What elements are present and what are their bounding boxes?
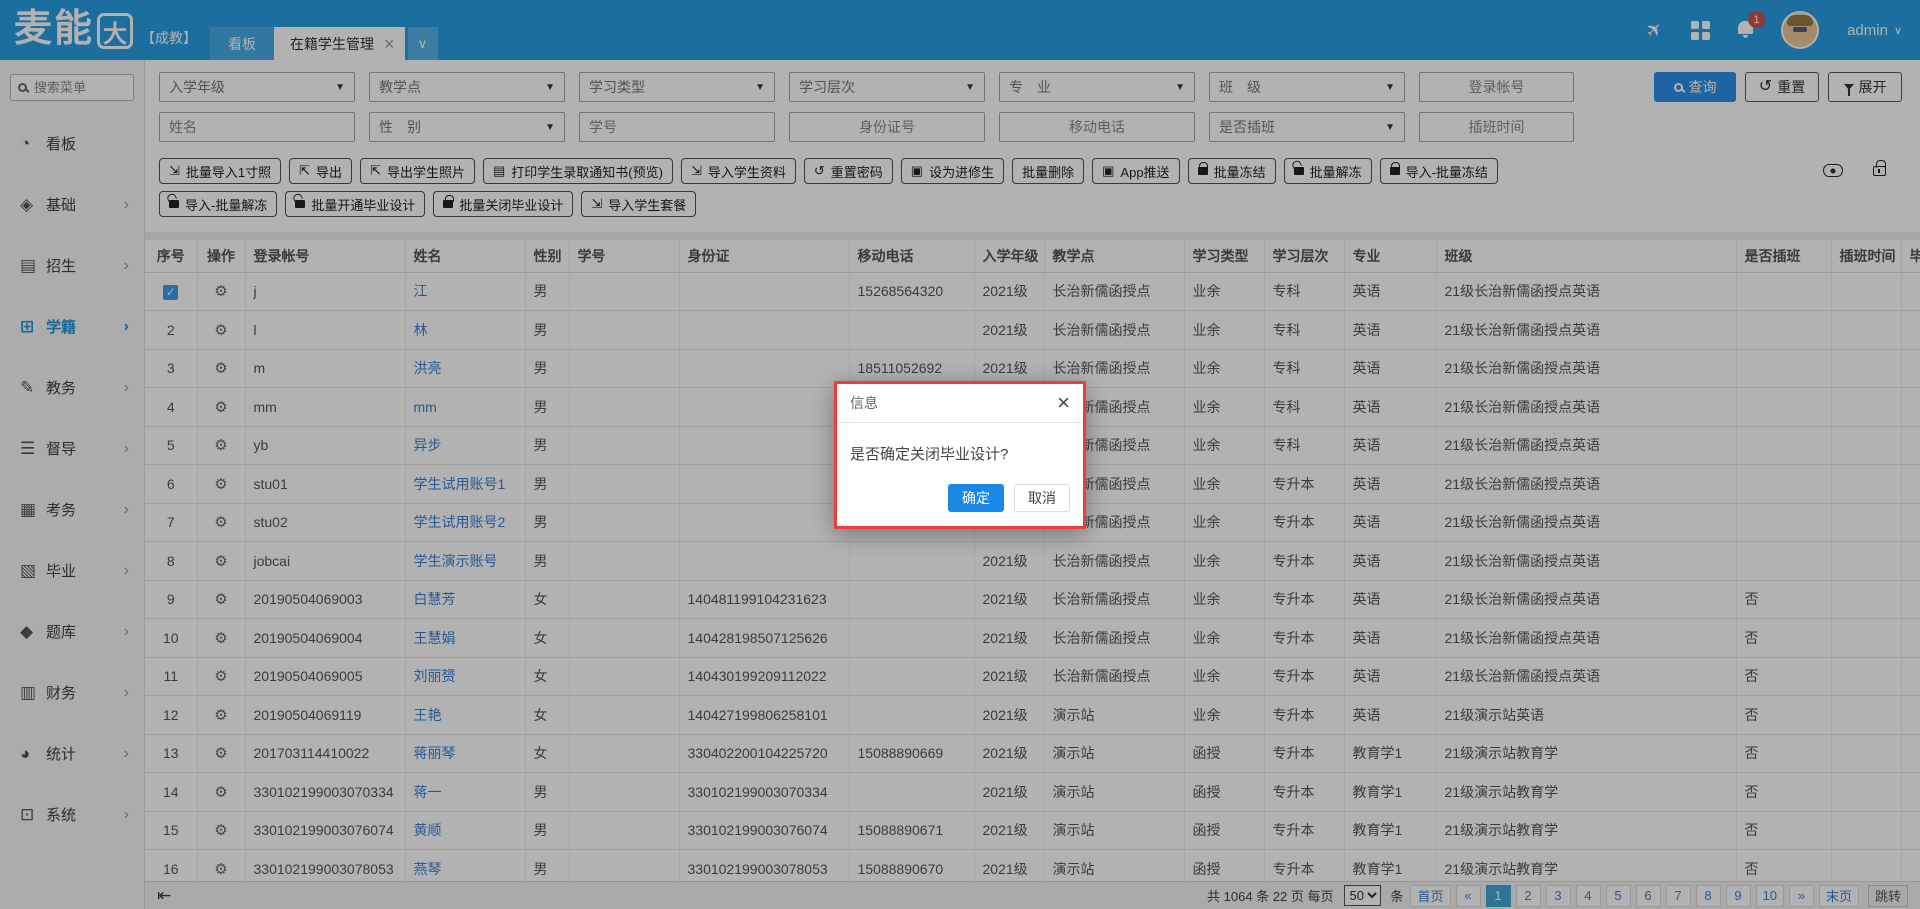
confirm-dialog: 信息 × 是否确定关闭毕业设计? 确定 取消 <box>834 381 1086 529</box>
close-icon[interactable]: × <box>1057 395 1070 411</box>
cancel-button[interactable]: 取消 <box>1014 484 1070 512</box>
confirm-button[interactable]: 确定 <box>948 484 1004 512</box>
dialog-message: 是否确定关闭毕业设计? <box>837 423 1083 472</box>
dialog-footer: 确定 取消 <box>837 472 1083 526</box>
dialog-header: 信息 × <box>837 384 1083 423</box>
dialog-title: 信息 <box>850 393 878 413</box>
